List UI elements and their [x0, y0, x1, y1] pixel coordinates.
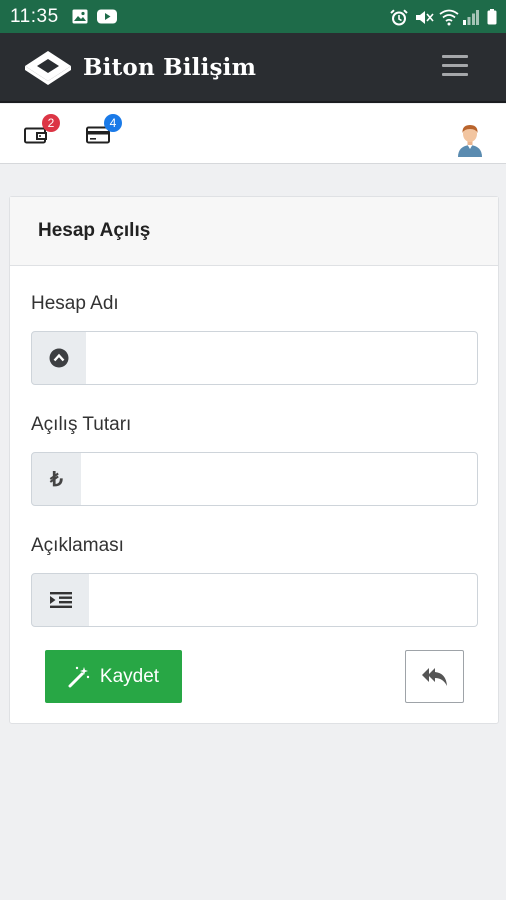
account-name-input[interactable] [86, 331, 478, 385]
navbar: Biton Bilişim [0, 33, 506, 103]
youtube-icon [97, 9, 117, 24]
page-title: Hesap Açılış [38, 220, 151, 241]
mute-icon [416, 11, 434, 24]
gallery-icon [72, 9, 88, 24]
status-time: 11:35 [10, 6, 59, 27]
hamburger-icon [442, 55, 468, 58]
back-button[interactable] [405, 650, 464, 703]
indent-icon [49, 592, 72, 608]
brand-name: Biton Bilişim [83, 53, 257, 81]
description-addon [31, 573, 90, 627]
status-bar: 11:35 [0, 0, 506, 33]
card-badge: 4 [104, 114, 122, 132]
save-button-label: Kaydet [99, 665, 160, 687]
brand[interactable]: Biton Bilişim [22, 47, 256, 87]
magic-wand-icon [68, 666, 90, 687]
circle-chevron-up-icon [49, 348, 69, 368]
save-button[interactable]: Kaydet [45, 650, 182, 703]
battery-icon [487, 9, 497, 25]
description-label: Açıklaması [31, 535, 124, 556]
menu-toggle-button[interactable] [442, 55, 468, 77]
wallet-badge: 2 [42, 114, 60, 132]
top-toolbar: 2 4 [0, 104, 506, 164]
card-button[interactable]: 4 [86, 114, 122, 149]
opening-amount-group: ₺ [31, 452, 478, 506]
account-name-addon [31, 331, 87, 385]
account-open-card: Hesap Açılış Hesap Adı Açılış Tutarı ₺ A… [9, 196, 499, 724]
user-avatar-icon[interactable] [456, 123, 484, 157]
opening-amount-label: Açılış Tutarı [31, 414, 132, 435]
lira-icon: ₺ [31, 452, 82, 506]
reply-all-icon [421, 667, 447, 686]
description-input[interactable] [89, 573, 478, 627]
description-group [31, 573, 478, 627]
card-header: Hesap Açılış [10, 197, 498, 266]
logo-icon [25, 51, 71, 85]
wallet-button[interactable]: 2 [24, 114, 60, 149]
alarm-icon [390, 9, 408, 26]
wifi-icon [439, 9, 459, 26]
opening-amount-input[interactable] [81, 452, 478, 506]
account-name-label: Hesap Adı [31, 293, 119, 314]
account-name-group [31, 331, 478, 385]
signal-icon [463, 10, 479, 25]
